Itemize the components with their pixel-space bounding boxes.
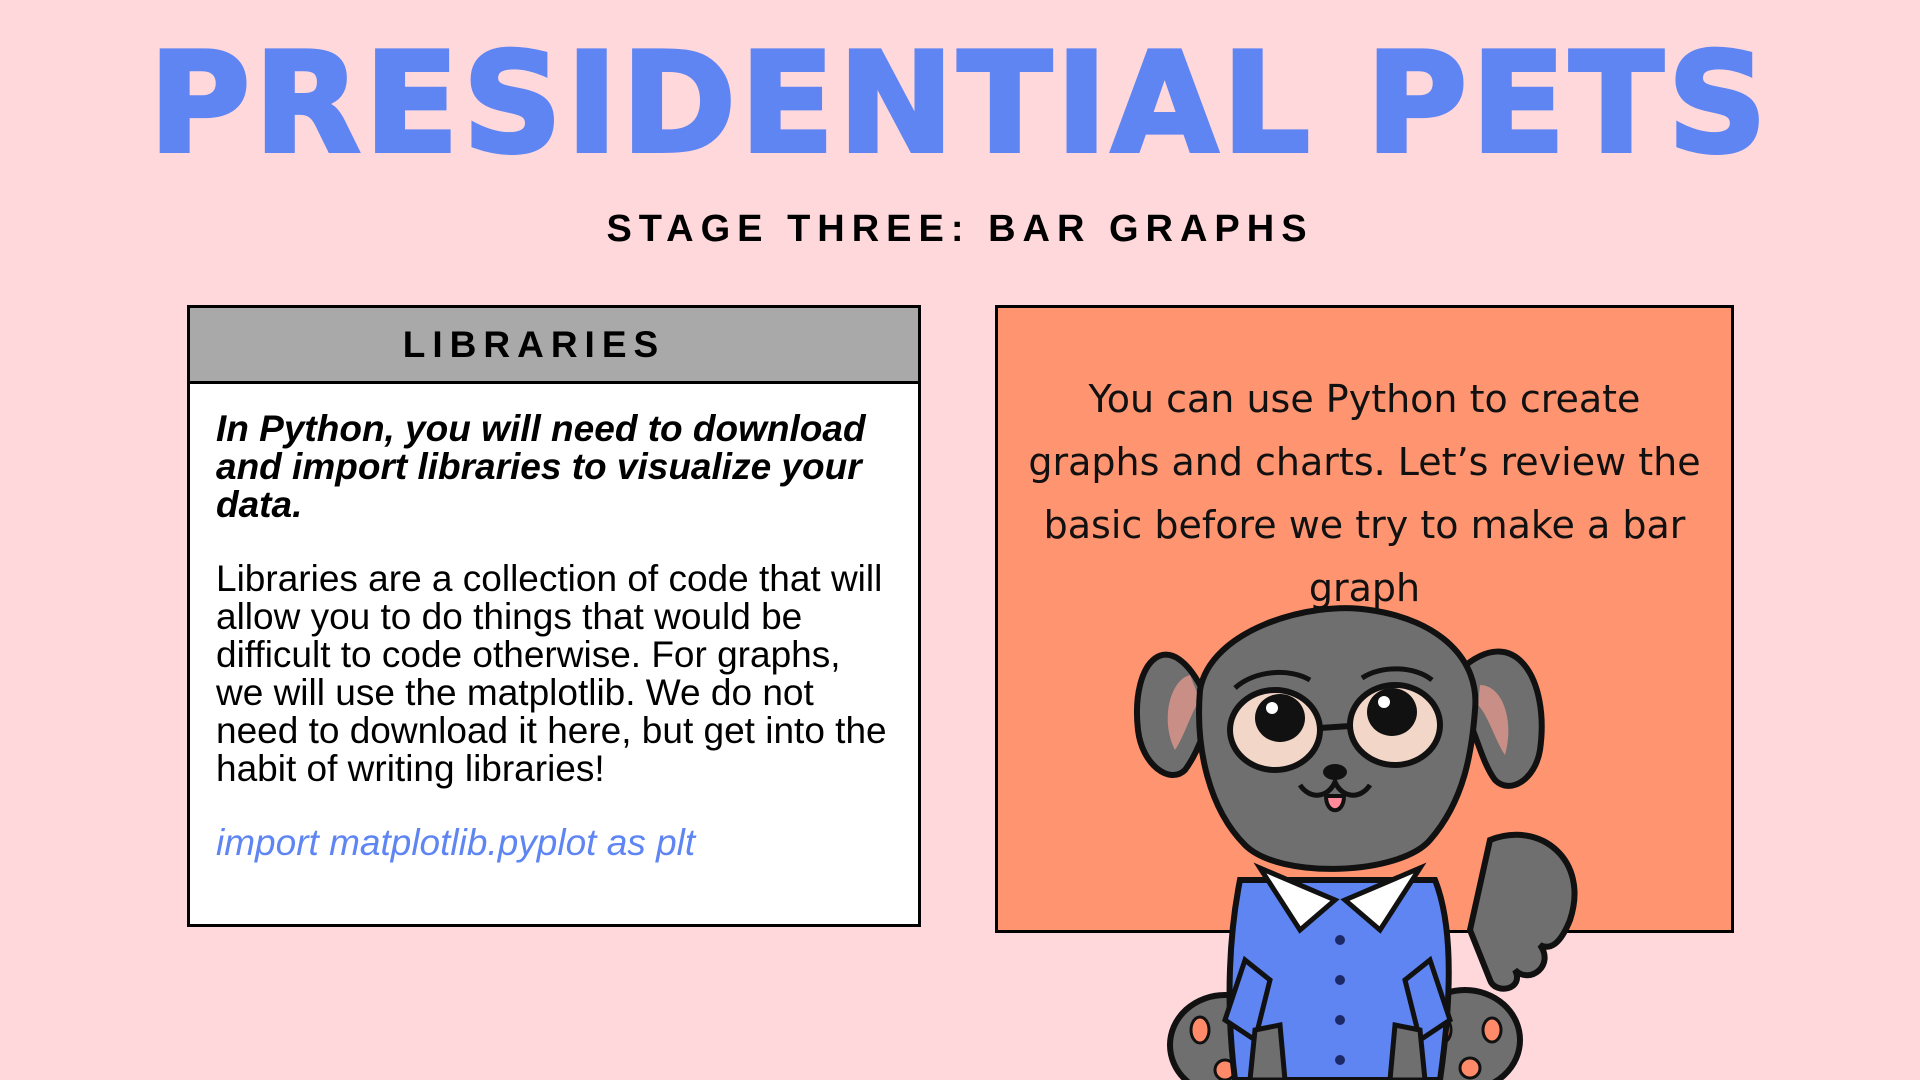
libraries-card: LIBRARIES In Python, you will need to do… [187, 305, 921, 927]
info-card-text: You can use Python to create graphs and … [1028, 377, 1701, 610]
tail-shape [1466, 831, 1578, 992]
libraries-description: Libraries are a collection of code that … [216, 558, 887, 789]
slide: PRESIDENTIAL PETS STAGE THREE: BAR GRAPH… [0, 0, 1920, 1080]
page-subtitle: STAGE THREE: BAR GRAPHS [606, 208, 1314, 250]
left-eye [1255, 694, 1305, 742]
dog-tongue [1323, 794, 1347, 813]
libraries-lead-text: In Python, you will need to download and… [216, 408, 866, 525]
libraries-card-body: In Python, you will need to download and… [190, 384, 918, 862]
code-snippet: import matplotlib.pyplot as plt [216, 822, 696, 863]
right-eye [1367, 688, 1417, 736]
dog-mascot-illustration [1134, 605, 1578, 1080]
page-title: PRESIDENTIAL PETS [147, 23, 1771, 184]
libraries-card-heading: LIBRARIES [190, 308, 918, 384]
